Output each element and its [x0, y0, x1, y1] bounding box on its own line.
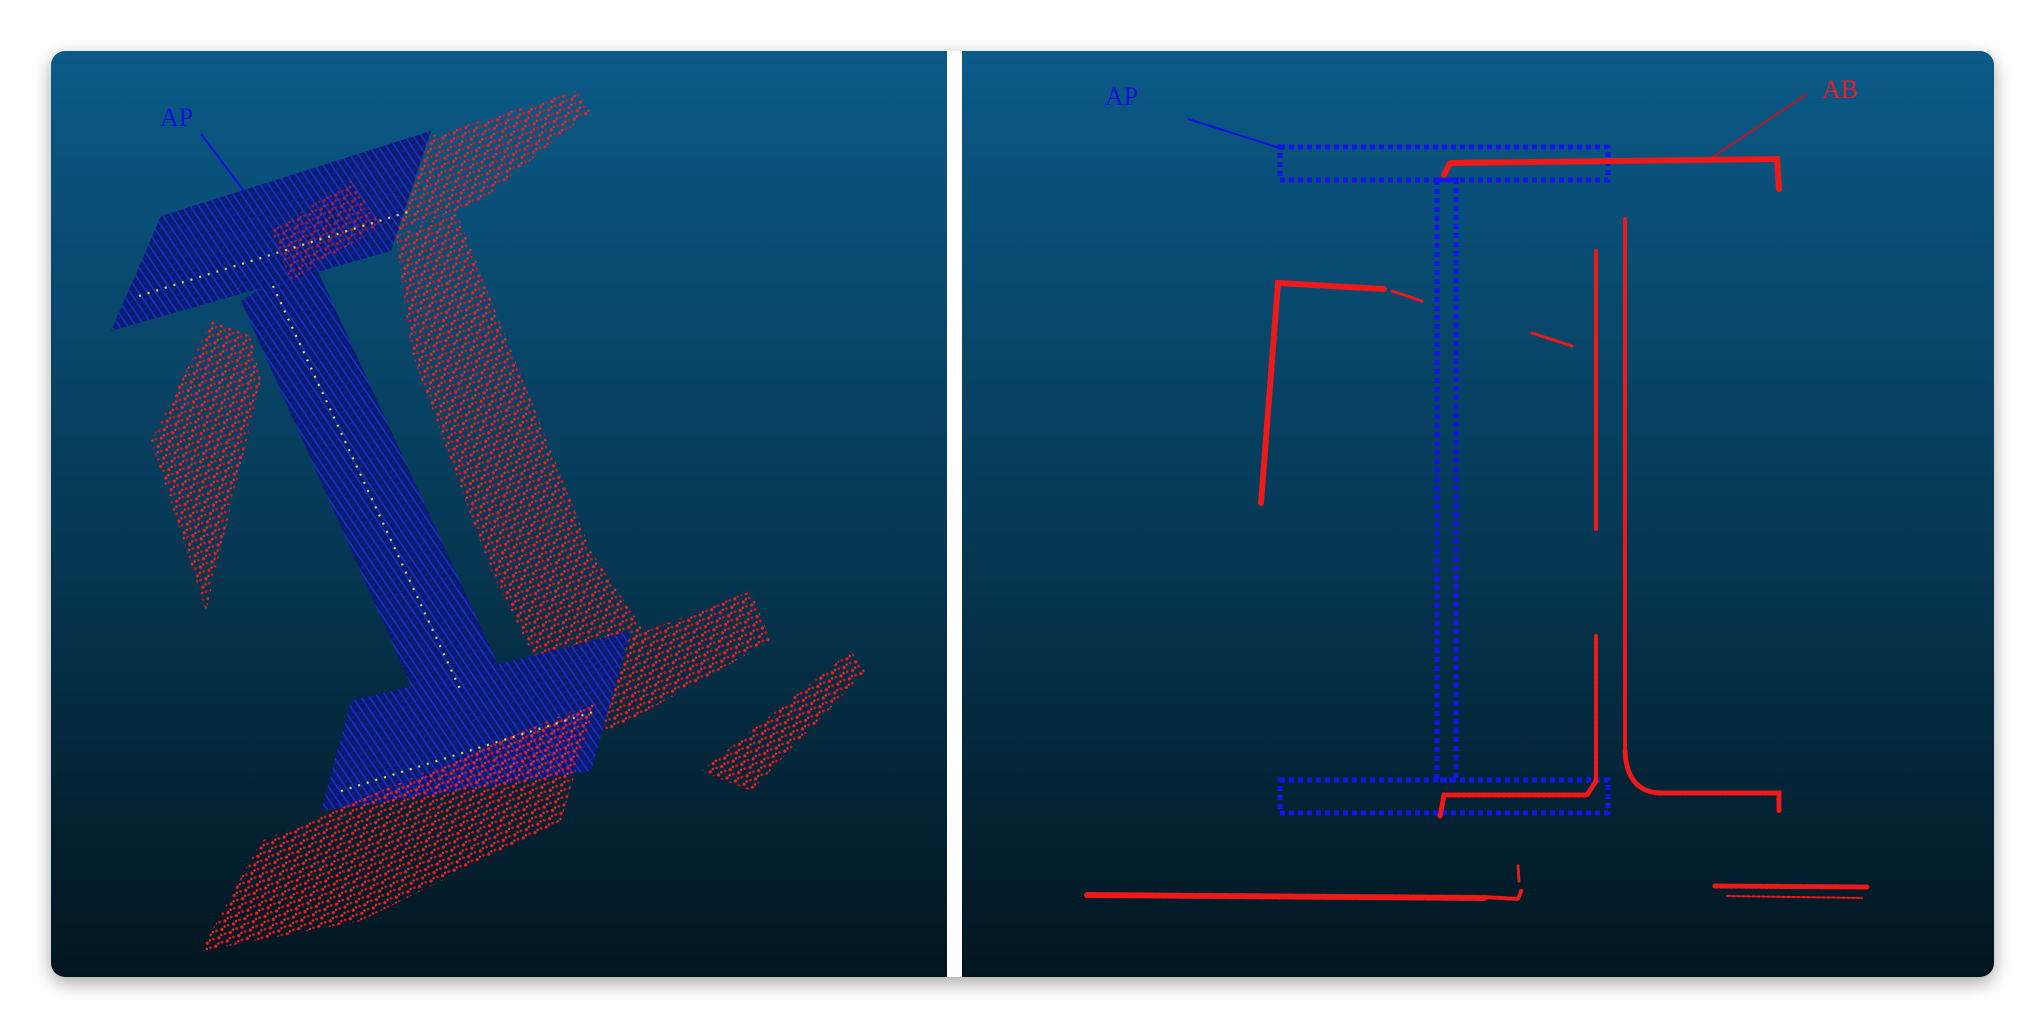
right-ab-leader [1706, 93, 1808, 162]
left-point-cloud [111, 91, 866, 951]
right-ap-leader [1187, 118, 1284, 150]
ab-top-flange-trace [1441, 155, 1782, 192]
ab-left-bracket-trace [1258, 279, 1387, 506]
ab-left-flange-plane [151, 321, 261, 611]
view-divider [947, 51, 962, 977]
right-point-cloud [1084, 93, 1870, 902]
right-ab-label: AB [1822, 75, 1859, 104]
left-3d-view[interactable]: AP [51, 51, 947, 977]
ab-far-right-plane [701, 651, 866, 791]
right-section-view[interactable]: AP AB [962, 51, 1994, 977]
ab-ground-line-right [1712, 883, 1870, 890]
right-ap-label: AP [1105, 82, 1139, 111]
ab-section-traces [1084, 155, 1870, 902]
ab-ground-line-left [1084, 892, 1487, 901]
ap-ibeam-outline [1277, 144, 1611, 816]
left-ap-label: AP [160, 103, 194, 132]
ab-bottom-right-flange-trace [1622, 748, 1782, 814]
viewer-frame: AP AP AB [51, 51, 1994, 977]
left-ap-leader [200, 133, 245, 192]
